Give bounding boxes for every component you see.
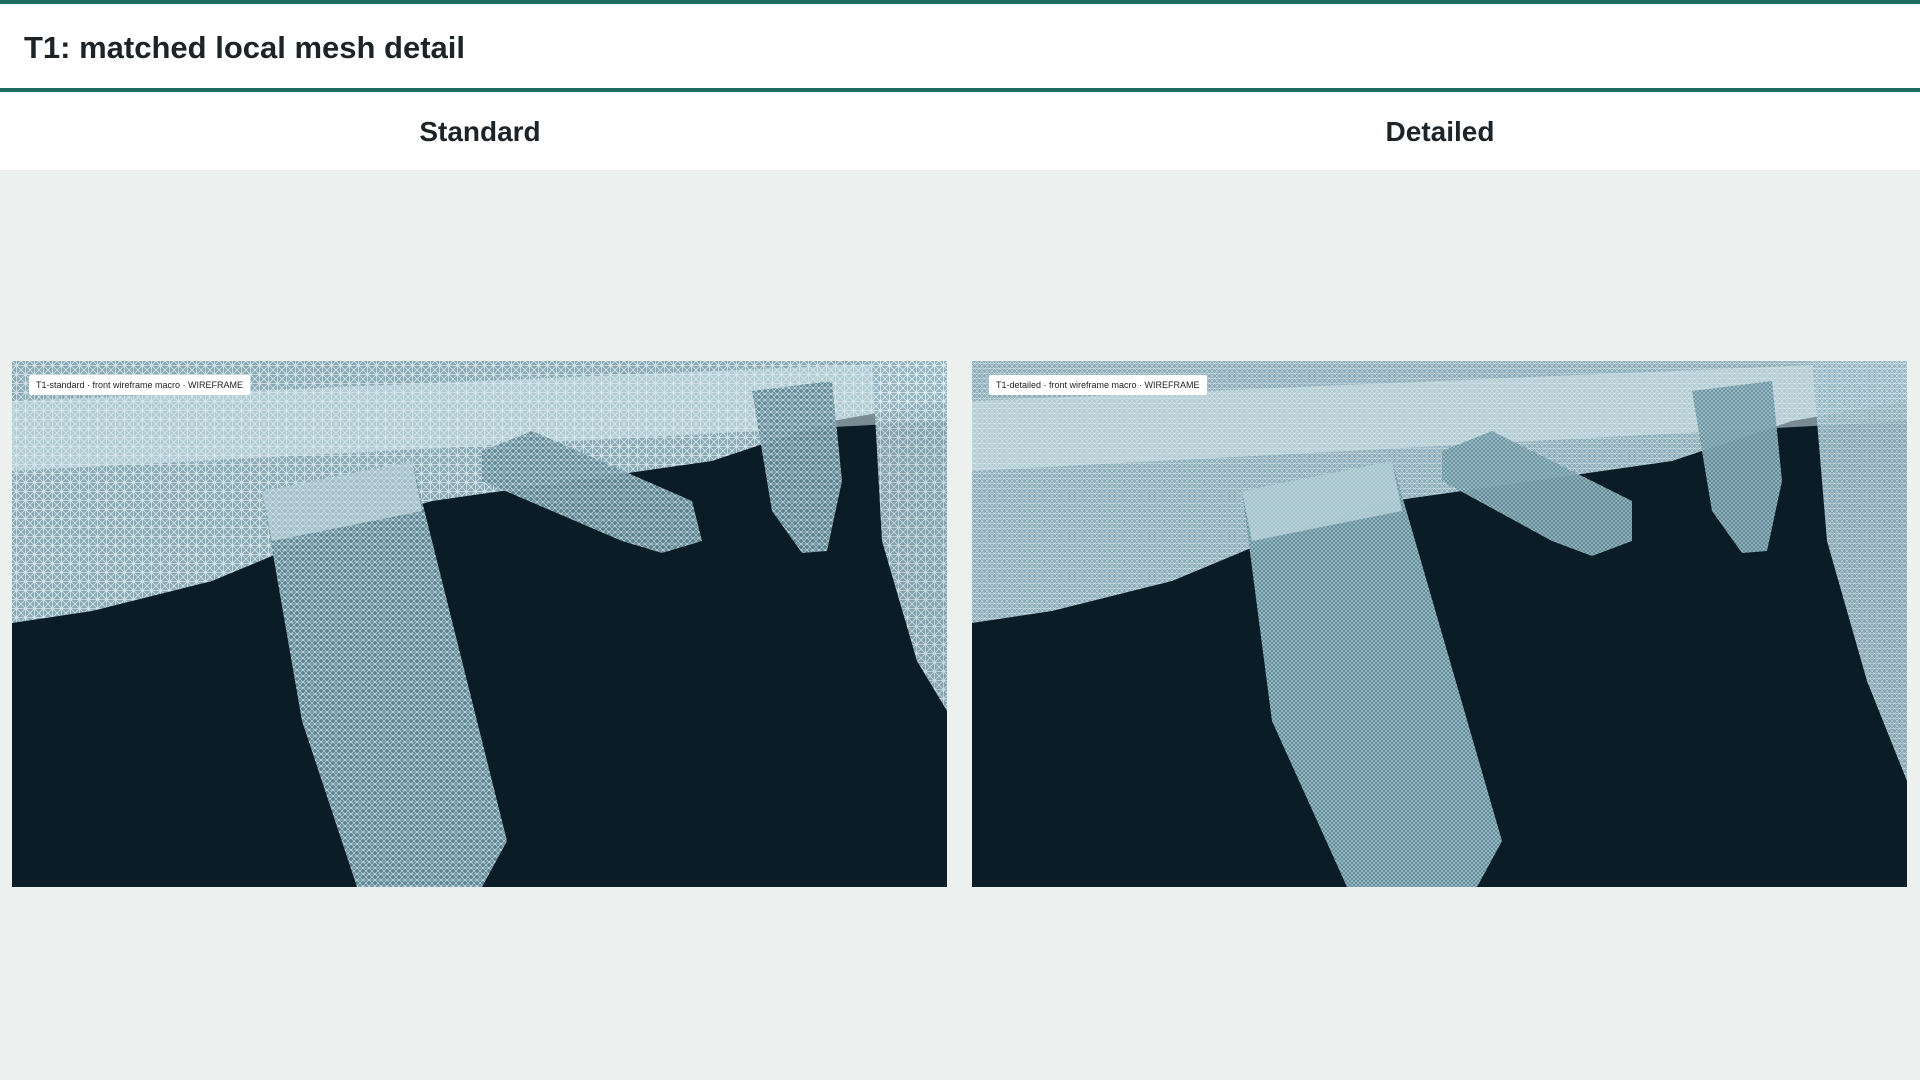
column-title-standard: Standard	[419, 116, 541, 147]
column-header-detailed: Detailed	[960, 92, 1920, 170]
wireframe-render-standard	[12, 361, 947, 887]
column-title-detailed: Detailed	[1385, 116, 1495, 147]
viewport-label-standard: T1-standard · front wireframe macro · WI…	[29, 375, 251, 395]
comparison-stage: T1-standard · front wireframe macro · WI…	[0, 170, 1920, 1080]
mesh-edge-right	[872, 361, 947, 711]
page-header: T1: matched local mesh detail	[0, 4, 1920, 92]
mesh-edge-right	[1812, 361, 1907, 781]
page-title: T1: matched local mesh detail	[24, 30, 466, 65]
viewport-standard[interactable]: T1-standard · front wireframe macro · WI…	[12, 361, 947, 887]
mesh-finger-2	[752, 381, 842, 553]
viewport-label-detailed: T1-detailed · front wireframe macro · WI…	[989, 375, 1207, 395]
column-header-standard: Standard	[0, 92, 960, 170]
wireframe-render-detailed	[972, 361, 1907, 887]
viewport-detailed[interactable]: T1-detailed · front wireframe macro · WI…	[972, 361, 1907, 887]
mesh-finger-2	[1692, 381, 1782, 553]
